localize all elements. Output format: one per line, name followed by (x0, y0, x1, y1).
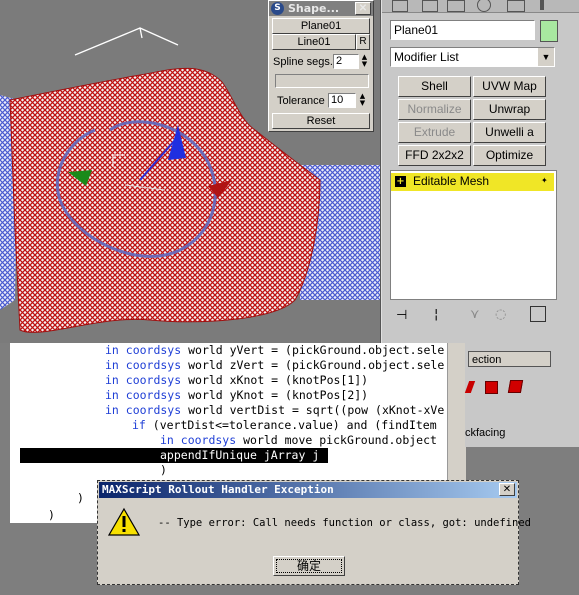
code-line: in coordsys world xKnot = (knotPos[1]) (105, 373, 368, 388)
modifier-list-label: Modifier List (394, 50, 459, 64)
shape-window-title: Shape... (288, 2, 340, 15)
dialog-titlebar[interactable]: MAXScript Rollout Handler Exception ✕ (99, 482, 517, 498)
camera-outline (74, 27, 179, 56)
code-line: in coordsys world zVert = (pickGround.ob… (105, 358, 444, 373)
edge-icon[interactable] (464, 381, 476, 393)
code-text: ) (77, 491, 84, 505)
chevron-down-icon[interactable]: ▼ (538, 48, 554, 66)
keyword: in coordsys (160, 433, 237, 447)
dialog-title: MAXScript Rollout Handler Exception (102, 483, 334, 496)
partial-rollout: ection ckfacing (464, 343, 579, 447)
backfacing-label: ckfacing (465, 427, 506, 439)
tab-utilities-icon[interactable] (447, 0, 465, 12)
code-line: in coordsys world vertDist = sqrt((pow (… (105, 403, 444, 418)
code-text: world vertDist = sqrt((pow (xKnot-xVe (181, 403, 445, 417)
code-line: in coordsys world yKnot = (knotPos[2]) (105, 388, 368, 403)
remove-modifier-icon[interactable]: ◌ (495, 307, 506, 322)
tab-display-icon[interactable] (507, 0, 525, 12)
modifier-button-4[interactable]: Extrude (398, 122, 471, 143)
code-line: appendIfUnique jArray j (20, 448, 328, 463)
tab-utility-icon[interactable] (540, 0, 544, 10)
selection-rollout-header[interactable]: ection (468, 351, 551, 367)
close-icon[interactable]: ✕ (355, 2, 371, 15)
reset-r-button[interactable]: R (356, 34, 370, 50)
modifier-button-5[interactable]: Unwelli a (473, 122, 546, 143)
tab-motion-icon[interactable] (477, 0, 491, 12)
modifier-list-dropdown[interactable]: Modifier List ▼ (390, 47, 555, 67)
spline-spinner-icon[interactable]: ▲ ▼ (360, 54, 369, 69)
plane01-button[interactable]: Plane01 (272, 18, 370, 34)
shape-window-titlebar[interactable]: S Shape... ✕ (269, 1, 373, 16)
configure-sets-icon[interactable] (530, 306, 546, 322)
code-text: appendIfUnique jArray j (160, 448, 320, 462)
code-line: in coordsys world move pickGround.object (160, 433, 437, 448)
code-line: if (vertDist<=tolerance.value) and (find… (132, 418, 437, 433)
keyword: in coordsys (105, 388, 182, 402)
modifier-button-7[interactable]: Optimize (473, 145, 546, 166)
tolerance-input[interactable]: 10 (328, 93, 356, 108)
code-text: world zVert = (pickGround.object.sele (181, 358, 445, 372)
keyword: in coordsys (105, 343, 182, 357)
stack-item-editable-mesh[interactable]: + Editable Mesh ✦ (391, 173, 554, 191)
close-icon[interactable]: ✕ (499, 483, 515, 496)
reset-button[interactable]: Reset (272, 113, 370, 129)
keyword: in coordsys (105, 358, 182, 372)
modifier-button-2[interactable]: Normalize Spl. (398, 99, 471, 135)
keyword: if (132, 418, 146, 432)
sparkle-icon: ✦ (541, 176, 548, 185)
warning-icon (108, 507, 140, 536)
modifier-button-3[interactable]: Unwrap UVW (473, 99, 546, 135)
code-line: in coordsys world yVert = (pickGround.ob… (105, 343, 444, 358)
object-name-field[interactable]: Plane01 (390, 20, 535, 40)
object-color-swatch[interactable] (540, 20, 558, 42)
polygon-icon[interactable] (485, 381, 498, 394)
code-text: ) (48, 508, 55, 522)
keyword: in coordsys (105, 403, 182, 417)
tolerance-spinner-icon[interactable]: ▲ ▼ (358, 93, 367, 108)
make-unique-icon[interactable]: ⋎ (470, 307, 480, 322)
ok-button[interactable]: 确定 (273, 556, 345, 576)
pin-stack-icon[interactable]: ⊣ (396, 308, 407, 323)
app-logo-icon: S (271, 2, 284, 15)
modifier-stack[interactable]: + Editable Mesh ✦ (390, 170, 557, 300)
code-text: world xKnot = (knotPos[1]) (181, 373, 369, 387)
code-text: (vertDist<=tolerance.value) and (findIte… (145, 418, 437, 432)
error-message: -- Type error: Call needs function or cl… (158, 517, 531, 529)
code-line: ) (160, 463, 167, 478)
keyword: in coordsys (105, 373, 182, 387)
expand-icon[interactable]: + (395, 176, 406, 187)
code-text: world move pickGround.object (236, 433, 437, 447)
modifier-button-1[interactable]: UVW Map (473, 76, 546, 97)
stack-item-label: Editable Mesh (413, 174, 490, 188)
code-line: ) (48, 508, 55, 523)
error-dialog: MAXScript Rollout Handler Exception ✕ --… (97, 480, 531, 585)
shape-utility-window: S Shape... ✕ Plane01 Line01 R Spline seg… (268, 0, 374, 132)
progress-slider[interactable] (275, 74, 369, 88)
modifier-button-0[interactable]: Shell (398, 76, 471, 97)
code-line: ) (77, 491, 84, 506)
show-end-result-icon[interactable]: ¦ (434, 307, 438, 322)
code-text: world yVert = (pickGround.object.sele (181, 343, 445, 357)
spline-segs-label: Spline segs. (273, 56, 333, 68)
tolerance-label: Tolerance (277, 95, 325, 107)
stack-toolbar: ⊣ ¦ ⋎ ◌ (382, 303, 579, 327)
tab-modify-icon[interactable] (392, 0, 408, 12)
spline-segs-input[interactable]: 2 (333, 54, 359, 69)
code-text: world yKnot = (knotPos[2]) (181, 388, 369, 402)
element-icon[interactable] (507, 380, 524, 393)
command-panel: Plane01 Modifier List ▼ + Editable Mesh … (381, 0, 579, 343)
tab-hierarchy-icon[interactable] (422, 0, 438, 12)
panel-tabs (382, 0, 579, 13)
line01-button[interactable]: Line01 (272, 34, 356, 50)
code-text: ) (160, 463, 167, 477)
modifier-button-6[interactable]: FFD 2x2x2 (398, 145, 471, 166)
